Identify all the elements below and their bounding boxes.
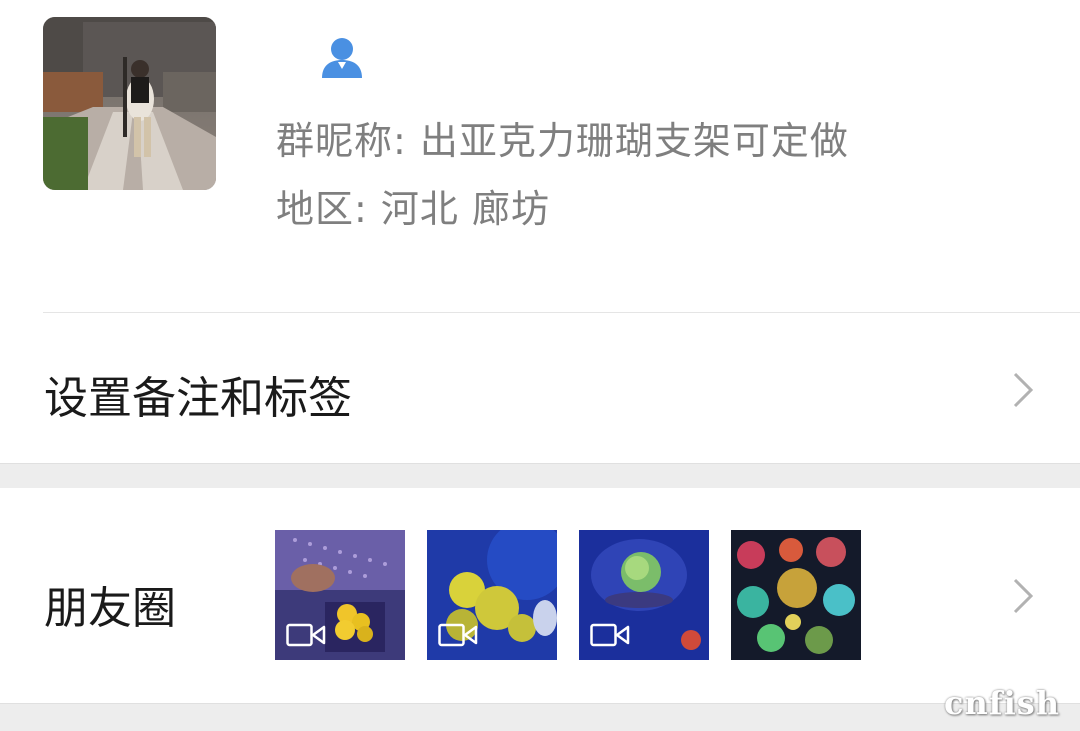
moments-thumbnail[interactable]	[731, 530, 861, 660]
moments-thumbnail[interactable]	[579, 530, 709, 660]
profile-header: 群昵称: 出亚克力珊瑚支架可定做 地区: 河北 廊坊	[0, 0, 1080, 312]
set-remark-label: 设置备注和标签	[44, 373, 352, 424]
chevron-right-icon	[1013, 578, 1034, 614]
section-separator	[0, 463, 1080, 488]
person-icon	[322, 38, 362, 78]
moments-label: 朋友圈	[44, 583, 176, 634]
avatar[interactable]	[43, 17, 216, 190]
chevron-right-icon	[1013, 372, 1034, 408]
video-icon	[286, 623, 326, 647]
section-separator	[0, 703, 1080, 731]
group-nickname: 群昵称: 出亚克力珊瑚支架可定做	[276, 119, 849, 163]
video-icon	[590, 623, 630, 647]
video-icon	[438, 623, 478, 647]
moments-thumbnail[interactable]	[427, 530, 557, 660]
moments-thumbnail[interactable]	[275, 530, 405, 660]
region: 地区: 河北 廊坊	[276, 187, 550, 231]
watermark: cnfish	[944, 684, 1060, 722]
